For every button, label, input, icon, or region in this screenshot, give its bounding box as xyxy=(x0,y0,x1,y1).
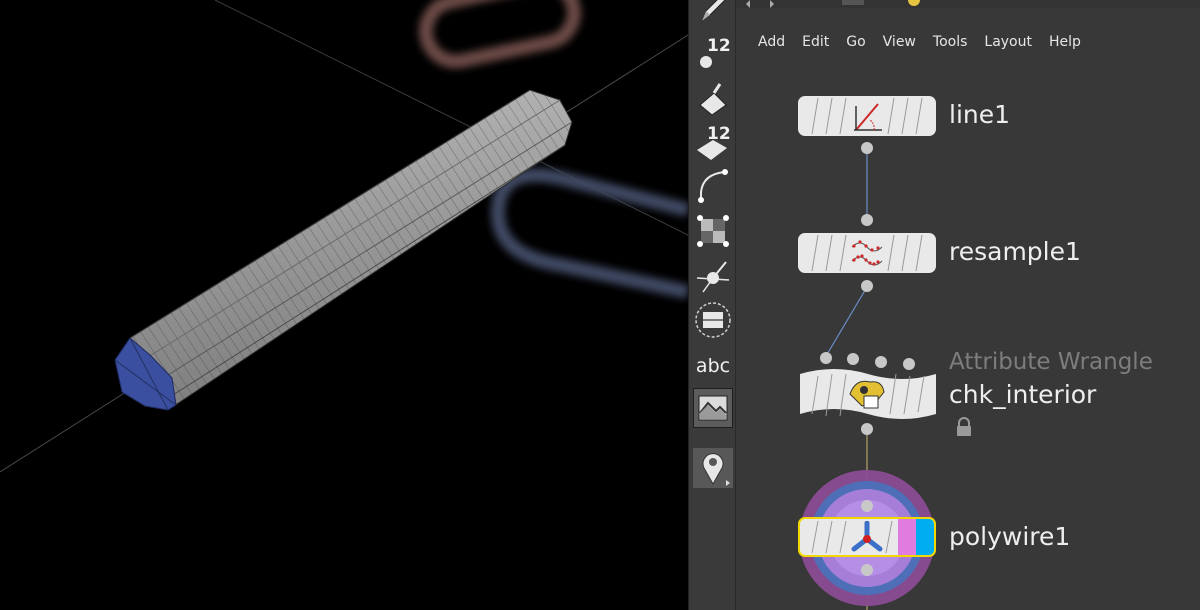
node-wrangle-input-2[interactable] xyxy=(847,353,859,365)
normals-icon xyxy=(696,261,730,293)
node-polywire1[interactable] xyxy=(798,517,936,557)
point-count-tool[interactable]: 12 xyxy=(693,34,733,74)
pencil-icon xyxy=(700,0,726,23)
template-tool[interactable] xyxy=(693,300,733,340)
display-options-toolbar: 12 12 abc xyxy=(688,0,736,610)
bucket-icon xyxy=(699,83,727,116)
template-icon xyxy=(695,302,731,338)
node-polywire1-name: polywire1 xyxy=(949,522,1071,551)
text-display-icon: abc xyxy=(695,355,731,377)
node-resample1-input[interactable] xyxy=(861,214,873,226)
node-chk-interior[interactable] xyxy=(798,366,938,422)
pencil-tool[interactable] xyxy=(693,0,733,28)
text-display-tool[interactable]: abc xyxy=(693,346,733,386)
node-line1-name: line1 xyxy=(949,100,1011,129)
background-image-tool[interactable] xyxy=(693,388,733,428)
prim-count-label: 12 xyxy=(707,124,731,144)
node-resample1[interactable] xyxy=(798,233,936,273)
polywire-icon xyxy=(851,521,883,552)
polywire-tube xyxy=(114,89,573,411)
display-flag[interactable] xyxy=(916,519,934,555)
prim-count-tool[interactable]: 12 xyxy=(693,122,733,162)
node-line1-output[interactable] xyxy=(861,142,873,154)
render-flag[interactable] xyxy=(898,519,916,555)
node-chk-interior-name: chk_interior xyxy=(949,380,1097,409)
wire-resample1-wrangle xyxy=(825,286,868,357)
normals-tool[interactable] xyxy=(693,256,733,296)
node-resample1-name: resample1 xyxy=(949,237,1081,266)
node-line1[interactable] xyxy=(798,96,936,136)
curve-icon xyxy=(698,169,728,203)
node-polywire1-output[interactable] xyxy=(861,564,873,576)
lock-icon[interactable] xyxy=(955,417,973,437)
checker-icon xyxy=(697,215,729,247)
background-image-icon xyxy=(698,395,728,421)
point-count-label: 12 xyxy=(707,36,731,56)
bucket-tool[interactable] xyxy=(693,80,733,120)
pin-tool[interactable] xyxy=(693,448,733,488)
pin-icon xyxy=(702,453,730,486)
handle-ring-blue xyxy=(490,168,688,299)
node-polywire1-input[interactable] xyxy=(861,500,873,512)
node-resample1-output[interactable] xyxy=(861,280,873,292)
node-chk-interior-type: Attribute Wrangle xyxy=(949,349,1153,375)
node-chk-interior-output[interactable] xyxy=(861,423,873,435)
handle-ring-red xyxy=(418,0,582,69)
resample-icon xyxy=(851,240,883,266)
checker-tool[interactable] xyxy=(693,211,733,251)
curve-tool[interactable] xyxy=(693,166,733,206)
viewport-3d[interactable] xyxy=(0,0,688,610)
viewport-canvas[interactable] xyxy=(0,0,688,610)
network-editor[interactable]: Add Edit Go View Tools Layout Help line1… xyxy=(736,0,1200,610)
node-wrangle-input-1[interactable] xyxy=(820,352,832,364)
line-icon xyxy=(854,103,882,131)
